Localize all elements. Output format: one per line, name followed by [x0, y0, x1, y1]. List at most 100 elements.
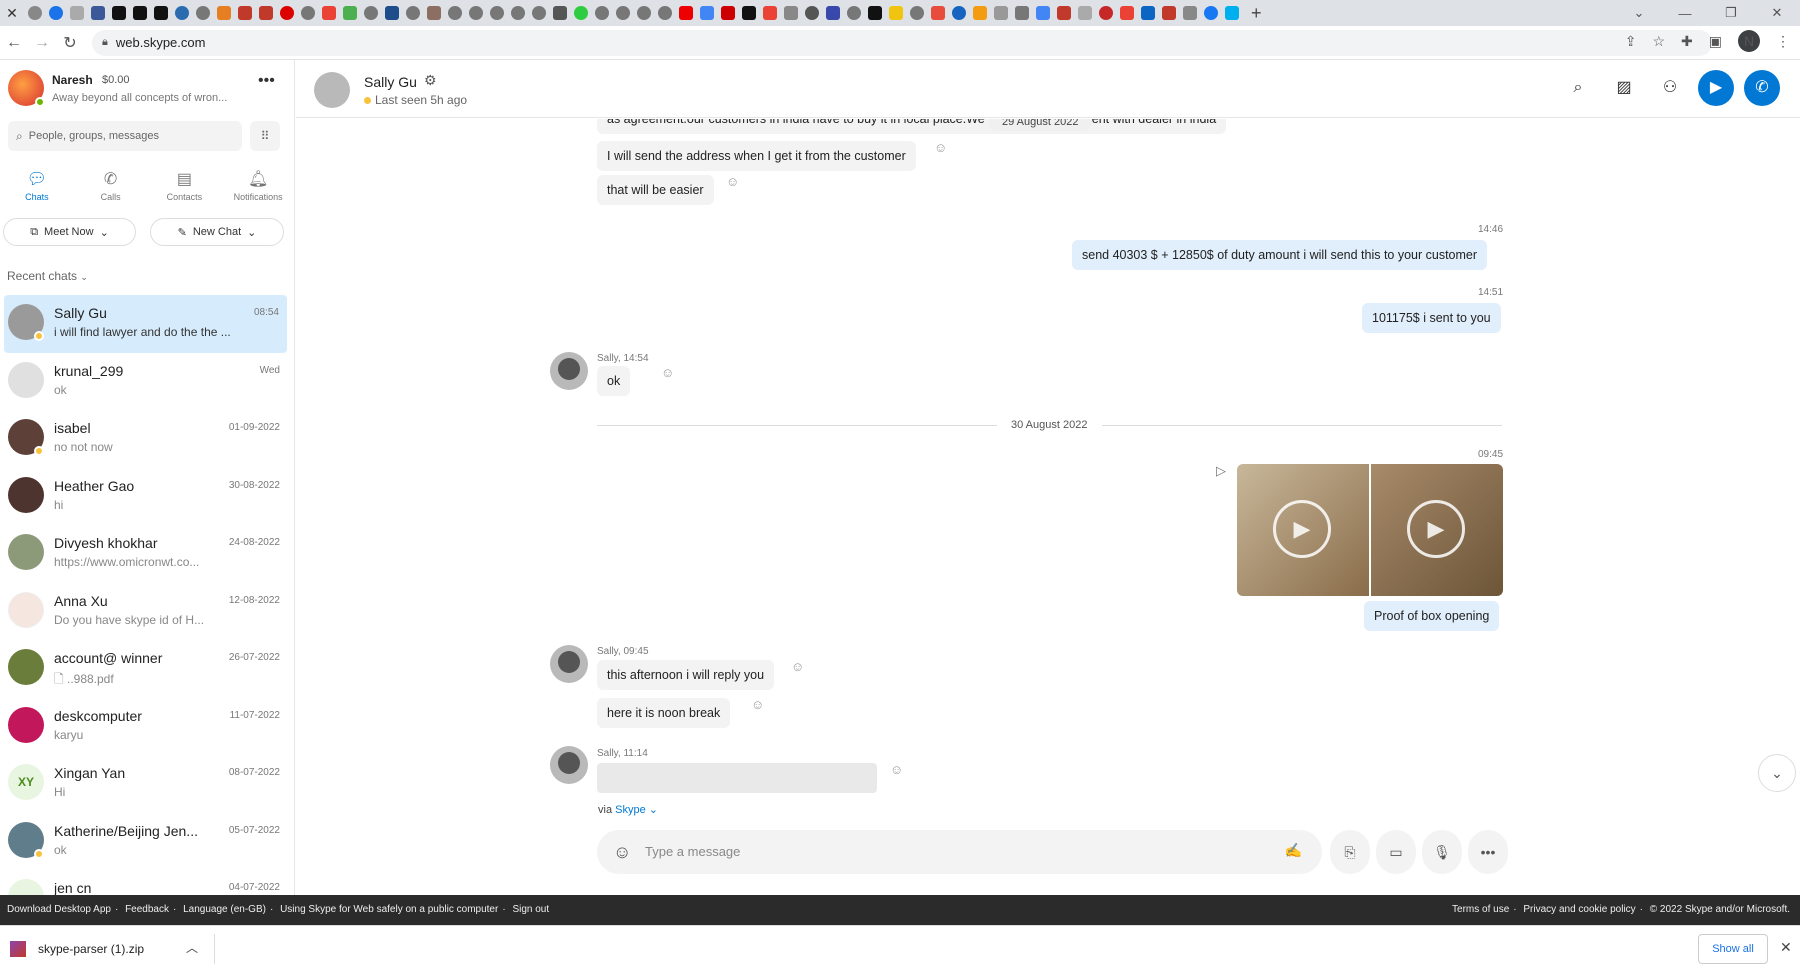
my-status-message[interactable]: Away beyond all concepts of wron...	[52, 92, 242, 104]
message-bubble[interactable]: here it is noon break	[597, 698, 731, 728]
my-message-bubble[interactable]: 101175$ i sent to you	[1362, 303, 1501, 333]
tab-favicon[interactable]	[973, 6, 987, 20]
tab-favicon[interactable]	[1078, 6, 1092, 20]
tab-favicon[interactable]	[952, 6, 966, 20]
tab-favicon[interactable]	[994, 6, 1008, 20]
tab-favicon[interactable]	[1120, 6, 1134, 20]
chat-item-isabel[interactable]: isabel no not now 01-09-2022	[0, 410, 288, 468]
chat-item-xingan-yan[interactable]: XY Xingan Yan Hi 08-07-2022	[0, 755, 288, 813]
tab-favicon[interactable]	[637, 6, 651, 20]
more-options-icon[interactable]: •••	[258, 72, 275, 90]
tab-favicon[interactable]	[826, 6, 840, 20]
react-smiley-icon[interactable]: ☺	[726, 174, 739, 189]
react-smiley-icon[interactable]: ☺	[890, 762, 903, 777]
video-thumbnail[interactable]: ▶	[1371, 464, 1503, 596]
play-icon[interactable]: ▶	[1407, 500, 1465, 558]
video-thumbnail[interactable]: ▶	[1237, 464, 1369, 596]
url-field[interactable]: 🔒︎ web.skype.com	[92, 29, 1712, 56]
browser-menu-icon[interactable]: ⋮	[1776, 33, 1790, 50]
footer-link-safety[interactable]: Using Skype for Web safely on a public c…	[280, 904, 498, 915]
sender-avatar[interactable]	[550, 746, 588, 784]
tab-chats[interactable]: 💬︎ Chats	[0, 170, 74, 202]
tab-favicon[interactable]	[28, 6, 42, 20]
tab-favicon[interactable]	[448, 6, 462, 20]
my-message-bubble[interactable]: Proof of box opening	[1364, 601, 1500, 631]
chat-item-account-winner[interactable]: account@ winner 🗋︎ ..988.pdf 26-07-2022	[0, 640, 288, 698]
message-bubble[interactable]: as agreement.our customers in india have…	[597, 119, 1227, 134]
message-bubble[interactable]: this afternoon i will reply you	[597, 660, 775, 690]
footer-link-download[interactable]: Download Desktop App	[7, 904, 111, 915]
new-chat-button[interactable]: ✎ New Chat ⌄	[150, 218, 284, 246]
tab-favicon[interactable]	[91, 6, 105, 20]
contact-card-button[interactable]: ▭	[1376, 830, 1416, 874]
forward-icon[interactable]: →	[28, 34, 56, 52]
tab-favicon[interactable]	[511, 6, 525, 20]
chat-item-krunal[interactable]: krunal_299 ok Wed	[0, 353, 288, 411]
message-composer[interactable]: ☺ Type a message ✍	[597, 830, 1322, 874]
share-icon[interactable]: ⇪	[1625, 33, 1637, 50]
my-name[interactable]: Naresh	[52, 73, 93, 87]
tab-favicon[interactable]	[553, 6, 567, 20]
react-smiley-icon[interactable]: ☺	[791, 659, 804, 674]
footer-link-feedback[interactable]: Feedback	[125, 904, 169, 915]
tab-favicon[interactable]	[910, 6, 924, 20]
tab-favicon[interactable]	[469, 6, 483, 20]
image-attachment[interactable]	[597, 763, 877, 793]
play-icon[interactable]: ▶	[1273, 500, 1331, 558]
gear-icon[interactable]: ⚙	[424, 72, 437, 89]
tab-contacts[interactable]: ▤ Contacts	[148, 170, 222, 202]
more-actions-button[interactable]: •••	[1468, 830, 1508, 874]
tab-favicon[interactable]	[763, 6, 777, 20]
tab-search-icon[interactable]: ⌄	[1616, 5, 1662, 21]
message-bubble[interactable]: that will be easier	[597, 175, 714, 205]
tab-favicon[interactable]	[112, 6, 126, 20]
tab-favicon[interactable]	[1057, 6, 1071, 20]
tab-favicon[interactable]	[238, 6, 252, 20]
tab-favicon[interactable]	[1183, 6, 1197, 20]
chat-item-anna-xu[interactable]: Anna Xu Do you have skype id of H... 12-…	[0, 583, 288, 641]
tab-favicon[interactable]	[133, 6, 147, 20]
tab-favicon[interactable]	[301, 6, 315, 20]
footer-link-signout[interactable]: Sign out	[512, 904, 549, 915]
tab-favicon-active-skype[interactable]	[1225, 6, 1239, 20]
tab-favicon[interactable]	[574, 6, 588, 20]
tab-favicon[interactable]	[1015, 6, 1029, 20]
chat-item-heather-gao[interactable]: Heather Gao hi 30-08-2022	[0, 468, 288, 526]
tab-favicon[interactable]	[364, 6, 378, 20]
chat-item-deskcomputer[interactable]: deskcomputer karyu 11-07-2022	[0, 698, 288, 756]
tab-favicon[interactable]	[259, 6, 273, 20]
tab-favicon[interactable]	[217, 6, 231, 20]
tab-favicon[interactable]	[742, 6, 756, 20]
tab-favicon[interactable]	[280, 6, 294, 20]
close-tab-icon[interactable]: ✕	[0, 5, 24, 22]
message-bubble[interactable]: ok	[597, 366, 631, 396]
tab-favicon[interactable]	[1141, 6, 1155, 20]
tab-favicon[interactable]	[154, 6, 168, 20]
chevron-up-icon[interactable]: ︿	[186, 939, 198, 956]
tab-favicon[interactable]	[196, 6, 210, 20]
emoji-icon[interactable]: ☺	[613, 842, 631, 863]
show-all-button[interactable]: Show all	[1698, 934, 1768, 964]
tab-favicon[interactable]	[700, 6, 714, 20]
recent-chats-toggle[interactable]: Recent chats ⌄	[7, 269, 88, 283]
reload-icon[interactable]: ↻	[56, 33, 84, 53]
tab-favicon[interactable]	[49, 6, 63, 20]
tab-favicon[interactable]	[847, 6, 861, 20]
search-icon[interactable]: ⌕	[1560, 70, 1596, 106]
tab-favicon[interactable]	[385, 6, 399, 20]
tab-notifications[interactable]: 🔔︎ Notifications	[221, 170, 295, 202]
format-text-icon[interactable]: ✍	[1285, 842, 1302, 859]
download-filename[interactable]: skype-parser (1).zip	[38, 942, 144, 956]
tab-favicon[interactable]	[532, 6, 546, 20]
tab-favicon[interactable]	[175, 6, 189, 20]
dialpad-icon[interactable]: ⠿	[250, 121, 280, 151]
tab-favicon[interactable]	[1162, 6, 1176, 20]
video-call-button[interactable]: ▶	[1698, 70, 1734, 106]
search-input[interactable]: ⌕ People, groups, messages	[8, 121, 242, 151]
tab-favicon[interactable]	[805, 6, 819, 20]
footer-link-terms[interactable]: Terms of use	[1452, 904, 1509, 915]
my-balance[interactable]: $0.00	[102, 74, 130, 86]
tab-favicon[interactable]	[616, 6, 630, 20]
my-message-bubble[interactable]: send 40303 $ + 12850$ of duty amount i w…	[1072, 240, 1488, 270]
gallery-icon[interactable]: ▨	[1606, 70, 1642, 106]
